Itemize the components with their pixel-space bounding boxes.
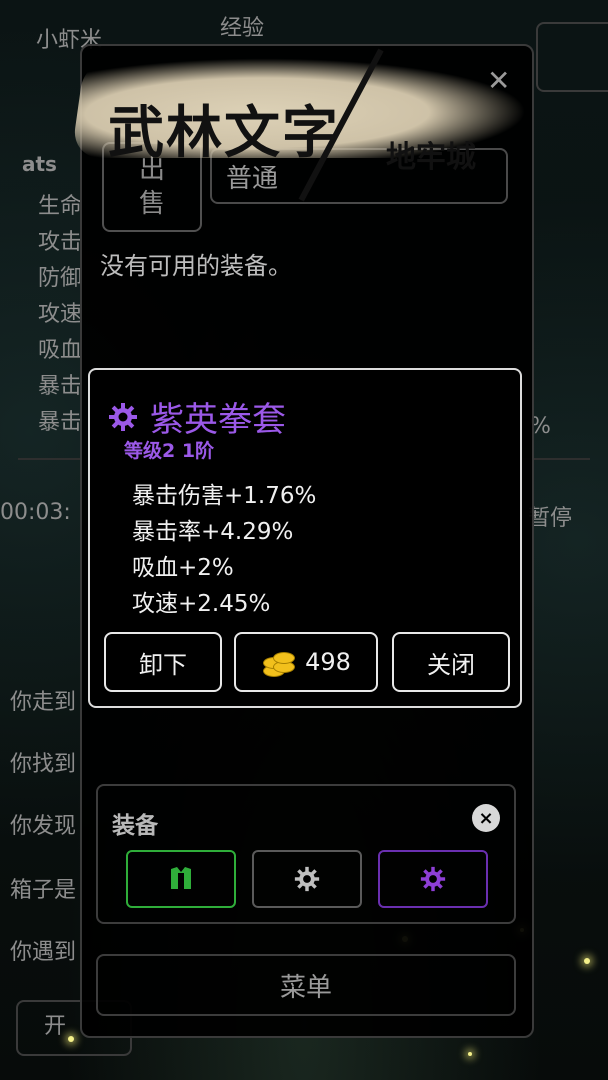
item-stat: 暴击率+4.29% <box>132 519 294 545</box>
log-line: 你遇到 <box>10 940 77 965</box>
equip-slot-armor[interactable] <box>126 850 236 908</box>
firefly <box>468 1052 472 1056</box>
empty-message: 没有可用的装备。 <box>100 252 292 280</box>
item-stat: 吸血+2% <box>132 555 234 581</box>
item-detail-card: 紫英拳套 等级2 1阶 暴击伤害+1.76% 暴击率+4.29% 吸血+2% 攻… <box>88 368 522 708</box>
game-logo: 武林文字 地牢城 <box>70 40 536 202</box>
log-line: 你走到 <box>10 690 77 715</box>
log-line: 箱子是 <box>10 878 77 903</box>
gear-icon <box>109 402 137 431</box>
close-label: 关闭 <box>427 650 475 679</box>
stat-label: 生命 <box>38 194 83 219</box>
item-name: 紫英拳套 <box>150 400 286 440</box>
stat-label: 暴击 <box>38 410 83 435</box>
equipment-section: 装备 × <box>96 784 516 924</box>
item-title: 紫英拳套 <box>108 392 286 441</box>
coin-icon <box>261 647 296 677</box>
logo-subtitle: 地牢城 <box>386 140 476 175</box>
menu-button[interactable]: 菜单 <box>96 954 516 1016</box>
start-label: 开 <box>44 1014 67 1039</box>
item-level: 等级2 1阶 <box>124 440 215 462</box>
timer: 00:03: <box>0 500 71 525</box>
stat-label: 吸血 <box>38 338 83 363</box>
gear-icon <box>420 866 446 892</box>
menu-label: 菜单 <box>279 972 332 1003</box>
stat-label: 攻击 <box>38 230 83 255</box>
exp-label: 经验 <box>220 16 265 41</box>
stats-heading: ats <box>22 152 57 176</box>
unequip-label: 卸下 <box>139 650 187 679</box>
stat-label: 防御 <box>38 266 83 291</box>
item-stat: 暴击伤害+1.76% <box>132 483 317 509</box>
equip-slot-gloves[interactable] <box>378 850 488 908</box>
equipment-title: 装备 <box>112 813 158 839</box>
price-value: 498 <box>305 648 351 676</box>
close-button[interactable]: 关闭 <box>392 632 510 692</box>
log-line: 你发现 <box>10 814 77 839</box>
unequip-button[interactable]: 卸下 <box>104 632 222 692</box>
stat-label: 暴击 <box>38 374 83 399</box>
armor-icon <box>171 867 191 889</box>
background-menu-button <box>536 22 608 92</box>
close-icon[interactable]: × <box>472 804 500 832</box>
sell-price-button[interactable]: 498 <box>234 632 378 692</box>
equip-slot-weapon[interactable] <box>252 850 362 908</box>
firefly <box>584 958 590 964</box>
stat-label: 攻速 <box>38 302 83 327</box>
log-line: 你找到 <box>10 752 77 777</box>
pause-button: 暂停 <box>528 506 573 531</box>
item-stat: 攻速+2.45% <box>132 591 271 617</box>
logo-title: 武林文字 <box>108 100 340 166</box>
gear-icon <box>294 866 320 892</box>
